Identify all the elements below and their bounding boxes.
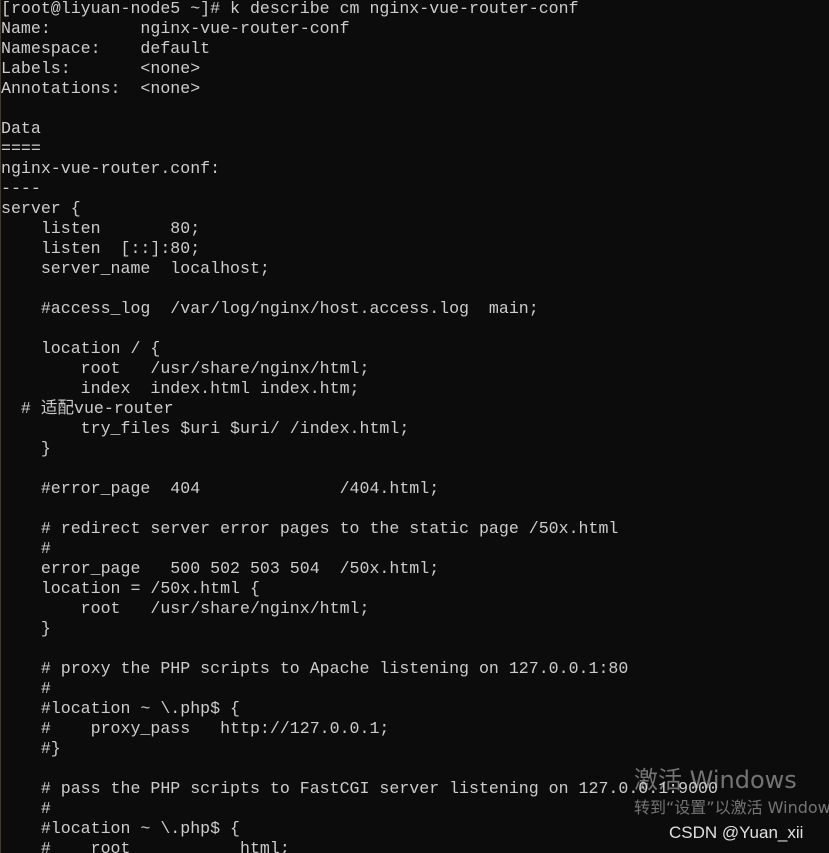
terminal-line: listen 80; — [1, 219, 201, 238]
terminal-line: Labels: <none> — [1, 59, 201, 78]
terminal-line: #access_log /var/log/nginx/host.access.l… — [1, 299, 539, 318]
terminal-line: #error_page 404 /404.html; — [1, 479, 440, 498]
terminal-line: root /usr/share/nginx/html; — [1, 599, 370, 618]
terminal-line: #location ~ \.php$ { — [1, 819, 240, 838]
terminal-line: #location ~ \.php$ { — [1, 699, 240, 718]
terminal-line: # root html; — [1, 839, 290, 853]
csdn-credit-watermark: CSDN @Yuan_xii — [669, 823, 804, 842]
terminal-line: } — [1, 619, 51, 638]
terminal-line: location / { — [1, 339, 161, 358]
terminal-line: server { — [1, 199, 81, 218]
terminal-line: } — [1, 439, 51, 458]
terminal-line: error_page 500 502 503 504 /50x.html; — [1, 559, 440, 578]
terminal-line: # redirect server error pages to the sta… — [1, 519, 619, 538]
terminal-line: Data — [1, 119, 41, 138]
terminal-line-prompt: [root@liyuan-node5 ~]# k describe cm ngi… — [1, 0, 579, 18]
terminal-line: listen [::]:80; — [1, 239, 201, 258]
terminal-line: # — [1, 679, 51, 698]
terminal-line: root /usr/share/nginx/html; — [1, 359, 370, 378]
terminal-line: index index.html index.htm; — [1, 379, 360, 398]
terminal-line: # pass the PHP scripts to FastCGI server… — [1, 779, 718, 798]
terminal-line: # 适配vue-router — [1, 399, 174, 418]
terminal-line: # — [1, 539, 51, 558]
terminal-output: [root@liyuan-node5 ~]# k describe cm ngi… — [1, 0, 718, 853]
terminal-line: # proxy the PHP scripts to Apache listen… — [1, 659, 629, 678]
terminal-line: # — [1, 799, 51, 818]
terminal-line: Name: nginx-vue-router-conf — [1, 19, 350, 38]
terminal-line: try_files $uri $uri/ /index.html; — [1, 419, 410, 438]
terminal-line: server_name localhost; — [1, 259, 270, 278]
terminal-line: #} — [1, 739, 61, 758]
terminal-line: nginx-vue-router.conf: — [1, 159, 221, 178]
terminal-line: Namespace: default — [1, 39, 211, 58]
terminal-line: # proxy_pass http://127.0.0.1; — [1, 719, 390, 738]
terminal-line: Annotations: <none> — [1, 79, 201, 98]
terminal-line: location = /50x.html { — [1, 579, 260, 598]
terminal-line: ==== — [1, 139, 41, 158]
terminal-line: ---- — [1, 179, 41, 198]
terminal-window[interactable]: [root@liyuan-node5 ~]# k describe cm ngi… — [0, 0, 829, 853]
